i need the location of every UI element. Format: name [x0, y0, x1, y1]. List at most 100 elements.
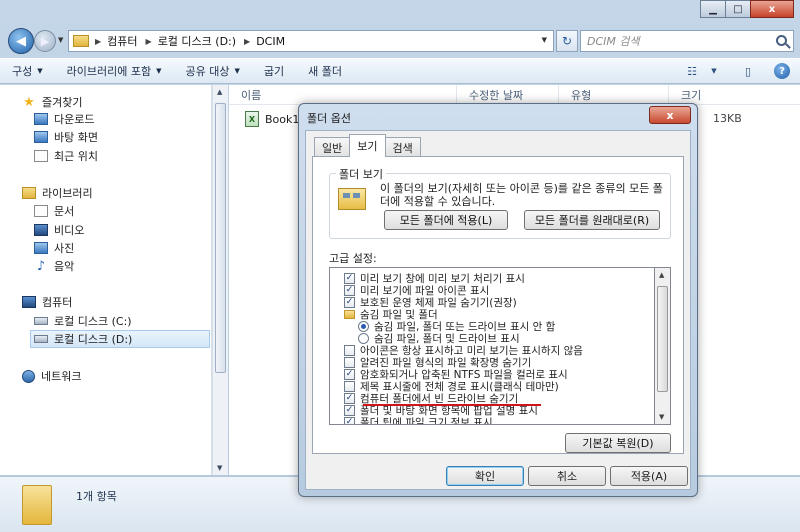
- caret-down-icon: ▼: [156, 67, 162, 75]
- column-header-modified[interactable]: 수정한 날짜: [457, 85, 559, 105]
- folder-view-group: 폴더 보기 이 폴더의 보기(자세히 또는 아이콘 등)를 같은 종류의 모든 …: [329, 166, 671, 239]
- file-size: 13KB: [713, 112, 742, 125]
- column-header-type[interactable]: 유형: [559, 85, 669, 105]
- burn-label: 굽기: [263, 65, 285, 78]
- advanced-settings-scrollbar[interactable]: ▲ ▼: [655, 267, 671, 425]
- sidebar-item-downloads[interactable]: 다운로드: [34, 110, 94, 128]
- ok-button[interactable]: 확인: [446, 466, 524, 486]
- checkbox-checked[interactable]: ✓: [344, 284, 355, 296]
- breadcrumb-computer[interactable]: ▶ 컴퓨터: [95, 33, 138, 49]
- sidebar-item-recent[interactable]: 최근 위치: [34, 147, 98, 165]
- preview-pane-icon[interactable]: ▯: [740, 63, 756, 79]
- refresh-button[interactable]: ↻: [556, 30, 578, 52]
- music-icon: ♪: [36, 258, 46, 274]
- include-library-menu[interactable]: 라이브러리에 포함 ▼: [67, 63, 162, 79]
- sidebar-item-label: 로컬 디스크 (D:): [54, 333, 133, 346]
- cancel-button[interactable]: 취소: [528, 466, 606, 486]
- scroll-thumb[interactable]: [215, 103, 226, 373]
- tab-search[interactable]: 검색: [384, 137, 421, 157]
- breadcrumb-label: DCIM: [256, 34, 286, 48]
- breadcrumb-drive-d[interactable]: ▶ 로컬 디스크 (D:): [146, 33, 237, 49]
- documents-icon: [34, 205, 48, 217]
- checkbox-checked[interactable]: ✓: [344, 368, 355, 380]
- command-bar: 구성 ▼ 라이브러리에 포함 ▼ 공유 대상 ▼ 굽기 새 폴더 ☷ ▼ ▯ ?: [0, 58, 800, 84]
- checkbox-checked[interactable]: ✓: [344, 392, 355, 404]
- advanced-setting-item[interactable]: ✓ 폴더 팁에 파일 크기 정보 표시: [344, 416, 493, 425]
- minimize-button[interactable]: ▁: [700, 0, 726, 18]
- sidebar-item-videos[interactable]: 비디오: [34, 221, 84, 239]
- advanced-setting-label: 폴더 팁에 파일 크기 정보 표시: [360, 416, 493, 425]
- view-dropdown-icon[interactable]: ▼: [706, 63, 722, 79]
- burn-button[interactable]: 굽기: [264, 63, 284, 79]
- checkbox-unchecked[interactable]: [344, 356, 355, 368]
- sidebar-item-music[interactable]: ♪ 음악: [34, 257, 74, 275]
- back-button[interactable]: ◀: [8, 28, 34, 54]
- column-headers: 이름 수정한 날짜 유형 크기: [229, 85, 800, 105]
- sidebar-item-desktop[interactable]: 바탕 화면: [34, 128, 98, 146]
- sidebar-item-drive-c[interactable]: 로컬 디스크 (C:): [34, 312, 132, 330]
- share-menu[interactable]: 공유 대상 ▼: [186, 63, 240, 79]
- address-bar[interactable]: ▶ 컴퓨터 ▶ 로컬 디스크 (D:) ▶ DCIM ▼: [68, 30, 554, 52]
- sidebar-item-documents[interactable]: 문서: [34, 202, 74, 220]
- scroll-thumb[interactable]: [657, 286, 668, 392]
- maximize-button[interactable]: □: [725, 0, 751, 18]
- chevron-right-icon: ▶: [244, 36, 251, 46]
- folder-icon: [344, 309, 355, 319]
- libraries-icon: [22, 187, 36, 199]
- navigation-scrollbar[interactable]: ▲ ▼: [212, 85, 228, 475]
- address-dropdown-icon[interactable]: ▼: [542, 36, 547, 44]
- checkbox-checked[interactable]: ✓: [344, 416, 355, 424]
- search-icon[interactable]: [776, 35, 787, 46]
- close-button[interactable]: x: [750, 0, 794, 18]
- advanced-settings-list[interactable]: ✓ 미리 보기 창에 미리 보기 처리기 표시 ✓ 미리 보기에 파일 아이콘 표시 ✓…: [329, 267, 655, 425]
- sidebar-item-label: 음악: [54, 260, 75, 273]
- reset-folders-button[interactable]: 모든 폴더를 원래대로(R): [524, 210, 660, 230]
- scroll-down-icon[interactable]: ▼: [659, 413, 664, 421]
- scroll-up-icon[interactable]: ▲: [659, 271, 664, 279]
- organize-label: 구성: [12, 65, 33, 78]
- dialog-close-button[interactable]: x: [649, 106, 691, 124]
- checkbox-checked[interactable]: ✓: [344, 296, 355, 308]
- drive-icon: [34, 317, 48, 325]
- include-library-label: 라이브러리에 포함: [66, 65, 152, 78]
- checkbox-checked[interactable]: ✓: [344, 404, 355, 416]
- organize-menu[interactable]: 구성 ▼: [12, 63, 43, 79]
- sidebar-item-label: 사진: [54, 242, 75, 255]
- column-header-size[interactable]: 크기: [669, 85, 800, 105]
- navigation-pane: ★ 즐겨찾기 다운로드 바탕 화면 최근 위치 라이브러리 문서 비디오 사진 ♪…: [0, 85, 212, 475]
- scroll-up-icon[interactable]: ▲: [217, 88, 222, 96]
- breadcrumb-dcim[interactable]: ▶ DCIM: [244, 35, 285, 48]
- recent-pages-dropdown-icon[interactable]: ▼: [58, 36, 63, 44]
- scroll-down-icon[interactable]: ▼: [217, 464, 222, 472]
- dialog-body: 일반 보기 검색 폴더 보기 이 폴더의 보기(자세히 또는 아이콘 등)를 같…: [305, 130, 691, 490]
- network-icon: [22, 369, 35, 383]
- caret-down-icon: ▼: [234, 67, 240, 75]
- new-folder-button[interactable]: 새 폴더: [308, 63, 342, 79]
- folder-options-dialog: 폴더 옵션 x 일반 보기 검색 폴더 보기 이 폴더의 보기(자세히 또는 아…: [298, 103, 698, 497]
- sidebar-item-computer[interactable]: 컴퓨터: [22, 293, 72, 311]
- advanced-settings-label: 고급 설정:: [329, 252, 377, 265]
- tab-general[interactable]: 일반: [314, 137, 351, 157]
- help-icon[interactable]: ?: [774, 63, 790, 79]
- search-input[interactable]: DCIM 검색: [580, 30, 794, 52]
- tab-view[interactable]: 보기: [349, 134, 386, 157]
- sidebar-item-network[interactable]: 네트워크: [22, 367, 81, 385]
- column-header-name[interactable]: 이름: [229, 85, 457, 105]
- forward-button[interactable]: ▶: [34, 30, 56, 52]
- pictures-icon: [34, 242, 48, 254]
- breadcrumb-label: 로컬 디스크 (D:): [157, 35, 237, 48]
- restore-defaults-button[interactable]: 기본값 복원(D): [565, 433, 671, 453]
- apply-button[interactable]: 적용(A): [610, 466, 688, 486]
- sidebar-item-pictures[interactable]: 사진: [34, 239, 74, 257]
- sidebar-item-libraries[interactable]: 라이브러리: [22, 184, 93, 202]
- apply-to-folders-button[interactable]: 모든 폴더에 적용(L): [384, 210, 508, 230]
- videos-icon: [34, 224, 48, 236]
- view-options-icon[interactable]: ☷: [684, 63, 700, 79]
- sidebar-item-drive-d[interactable]: 로컬 디스크 (D:): [30, 330, 210, 348]
- star-icon: ★: [23, 94, 35, 110]
- radio-selected[interactable]: [358, 320, 369, 332]
- sidebar-item-favorites[interactable]: ★ 즐겨찾기: [22, 93, 82, 111]
- checkbox-unchecked[interactable]: [344, 344, 355, 356]
- checkbox-unchecked[interactable]: [344, 380, 355, 392]
- checkbox-checked[interactable]: ✓: [344, 272, 355, 284]
